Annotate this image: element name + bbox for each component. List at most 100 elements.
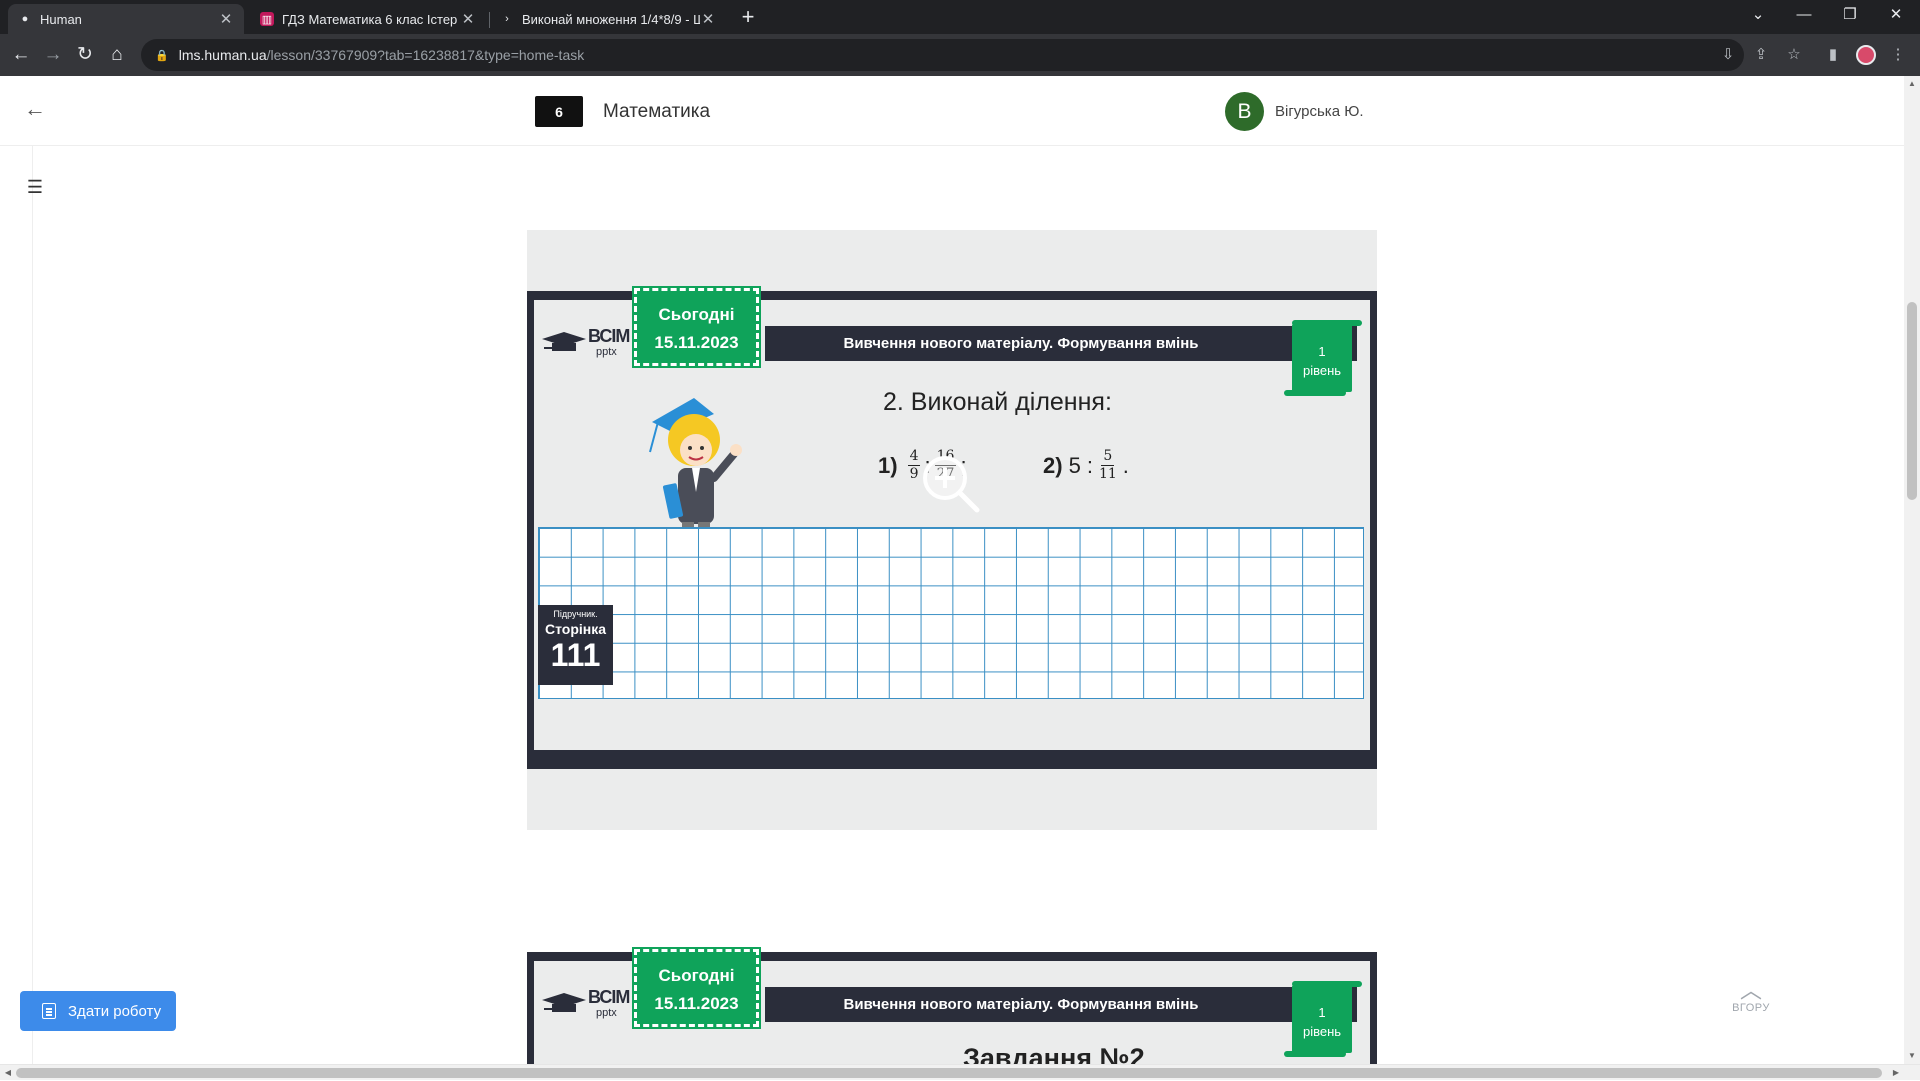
slide-title: Вивчення нового матеріалу. Формування вм… [765,987,1357,1022]
logo-text: ВСІМ [588,987,630,1007]
tab-strip: ● Human ✕ ▥ ГДЗ Математика 6 клас Істер … [0,0,1920,34]
date-label: Сьогодні [658,966,735,985]
scroll-right-arrow-icon[interactable]: ▶ [1888,1065,1904,1081]
submit-work-button[interactable]: Здати роботу [20,991,176,1031]
lesson-header: ← 6 Математика В Вігурська Ю. [0,76,1904,146]
back-arrow-icon[interactable]: ← [6,40,36,70]
page-number: 111 [550,637,601,673]
tab-human[interactable]: ● Human ✕ [8,4,244,34]
graph-paper-grid [538,527,1364,699]
vsim-logo: ВСІМ pptx [540,316,640,366]
back-icon[interactable]: ← [22,96,48,122]
logo-subtext: pptx [596,346,617,358]
site-favicon-icon: › [505,13,509,25]
task-title: Завдання №2 [963,1043,1145,1064]
fraction: 5 11 [1097,448,1119,483]
page-content: ← 6 Математика В Вігурська Ю. ☰ ВСІМ ppt… [0,76,1920,1064]
lock-icon: 🔒 [155,49,169,62]
minimize-button[interactable]: — [1781,0,1827,30]
scroll-down-arrow-icon[interactable]: ▼ [1904,1048,1920,1064]
side-panel-icon[interactable]: ▮ [1823,45,1843,65]
subject-title: Математика [603,101,711,122]
logo-text: ВСІМ [588,326,630,346]
browser-toolbar: ← → ↻ ⌂ 🔒 lms.human.ua/lesson/33767909?t… [0,34,1920,76]
terminator: . [1122,452,1129,478]
horizontal-scrollbar[interactable]: ◀ ▶ [0,1064,1920,1080]
expr-label: 1) [878,452,898,478]
date-badge: Сьогодні 15.11.2023 [632,286,761,368]
grade-badge: 6 [535,96,583,127]
level-word: рівень [1302,1024,1342,1039]
url-host: lms.human.ua [178,47,267,63]
date-label: Сьогодні [658,305,735,324]
sidebar-divider [32,146,33,1064]
scrollbar-thumb[interactable] [16,1068,1882,1078]
address-bar[interactable]: 🔒 lms.human.ua/lesson/33767909?tab=16238… [141,39,1744,71]
browser-chrome: ● Human ✕ ▥ ГДЗ Математика 6 клас Істер … [0,0,1920,76]
graduation-cap-icon [542,993,586,1012]
forward-arrow-icon[interactable]: → [38,40,68,70]
new-tab-button[interactable]: + [736,5,760,29]
scroll-up-arrow-icon[interactable]: ▲ [1904,76,1920,92]
to-top-label: ВГОРУ [1732,1002,1770,1014]
date-badge: Сьогодні 15.11.2023 [632,947,761,1029]
book-favicon-icon: ▥ [260,12,274,26]
install-icon[interactable]: ⇩ [1718,45,1738,65]
level-number: 1 [1318,1005,1326,1020]
share-icon[interactable]: ⇪ [1751,45,1771,65]
url-path: /lesson/33767909?tab=16238817&type=home-… [266,47,585,63]
reload-icon[interactable]: ↻ [70,40,100,70]
vertical-scrollbar[interactable]: ▲ ▼ [1904,76,1920,1064]
slide-1[interactable]: ВСІМ pptx Сьогодні 15.11.2023 Вивчення н… [527,286,1377,769]
contents-menu-icon[interactable]: ☰ [20,172,50,202]
vsim-logo: ВСІМ pptx [540,977,640,1027]
tab-title: Виконай множення 1/4*8/9 - Ш [522,11,700,27]
restore-button[interactable]: ❐ [1827,0,1873,30]
level-number: 1 [1318,344,1326,359]
document-icon [42,1003,56,1019]
chevron-up-icon: ︿ [1739,978,1762,1003]
logo-subtext: pptx [596,1007,617,1019]
slide-2[interactable]: ВСІМ pptx Сьогодні 15.11.2023 Вивчення н… [527,947,1377,1064]
bookmark-star-icon[interactable]: ☆ [1784,45,1804,65]
close-icon[interactable]: ✕ [218,10,234,28]
profile-avatar[interactable] [1856,45,1876,65]
close-window-button[interactable]: ✕ [1873,0,1919,30]
scroll-to-top-button[interactable]: ︿ ВГОРУ [1723,980,1779,1024]
date-value: 15.11.2023 [654,333,739,352]
operator: : [1086,452,1093,478]
expr-label: 2) [1043,452,1063,478]
scrollbar-thumb[interactable] [1907,302,1917,500]
page-label: Сторінка [544,621,607,637]
numerator: 5 [1101,448,1115,466]
date-value: 15.11.2023 [654,994,739,1013]
tab-gdz[interactable]: ▥ ГДЗ Математика 6 клас Істер 20 ✕ [250,4,486,34]
tab-title: Human [40,11,82,27]
textbook-page-badge: Підручник. Сторінка 111 [538,605,613,685]
graduation-cap-icon [542,332,586,351]
slide-title: Вивчення нового матеріалу. Формування вм… [765,326,1357,361]
slide-container: ВСІМ pptx Сьогодні 15.11.2023 Вивчення н… [527,230,1377,830]
slide-canvas: ВСІМ pptx Сьогодні 15.11.2023 Вивчення н… [533,286,1371,751]
level-badge: 1 рівень [1284,320,1362,396]
scroll-left-arrow-icon[interactable]: ◀ [0,1065,16,1081]
tab-title: ГДЗ Математика 6 клас Істер 20 [282,11,460,27]
kebab-menu-icon[interactable]: ⋮ [1888,45,1908,65]
expression-2: 2) 5 : 5 11 . [1043,448,1129,483]
tab-search-icon[interactable]: ⌄ [1735,0,1781,30]
home-icon[interactable]: ⌂ [102,40,132,70]
submit-label: Здати роботу [68,1002,162,1020]
close-icon[interactable]: ✕ [700,10,716,28]
teacher-avatar: В [1225,92,1264,131]
level-badge: 1 рівень [1284,981,1362,1057]
tab-multiply[interactable]: › Виконай множення 1/4*8/9 - Ш ✕ [490,4,726,34]
textbook-label: Підручник. [553,609,598,619]
slide-canvas: ВСІМ pptx Сьогодні 15.11.2023 Вивчення н… [533,947,1371,1064]
human-favicon-icon: ● [21,13,29,25]
slide-container: ВСІМ pptx Сьогодні 15.11.2023 Вивчення н… [527,947,1377,1064]
teacher-name: Вігурська Ю. [1275,103,1364,120]
level-word: рівень [1302,363,1342,378]
close-icon[interactable]: ✕ [460,10,476,28]
zoom-in-icon[interactable] [917,450,985,518]
denominator: 11 [1098,466,1117,482]
